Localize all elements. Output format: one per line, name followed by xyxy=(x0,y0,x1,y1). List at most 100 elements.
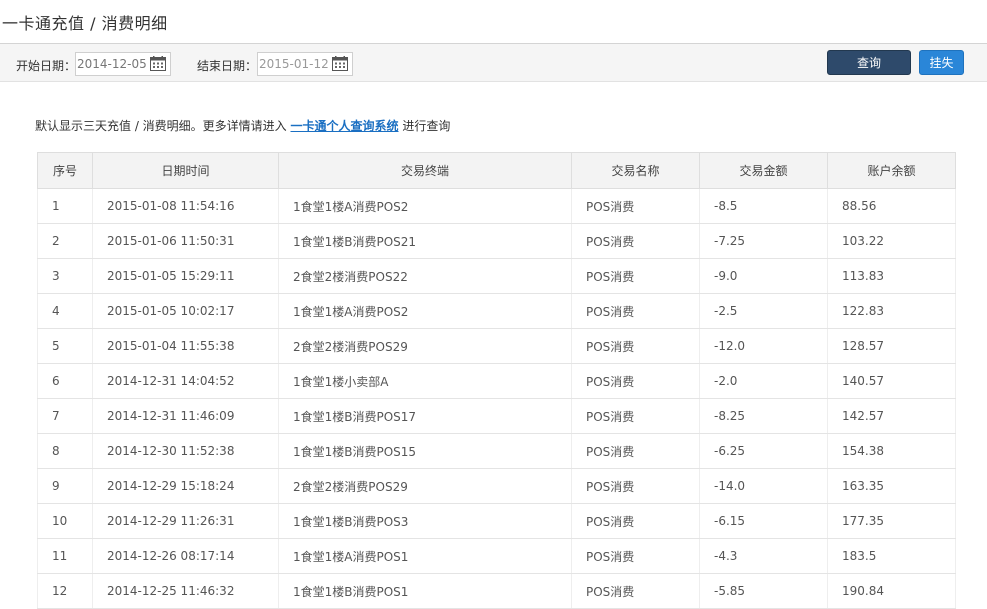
cell-terminal: 1食堂1楼B消费POS17 xyxy=(278,398,572,434)
header-terminal: 交易终端 xyxy=(278,152,572,189)
table-row: 3 2015-01-05 15:29:11 2食堂2楼消费POS22 POS消费 -9.… xyxy=(37,258,956,294)
cell-datetime: 2015-01-06 11:50:31 xyxy=(92,223,279,259)
cell-transaction-name: POS消费 xyxy=(571,363,700,399)
end-date-label: 结束日期： xyxy=(197,59,258,73)
cell-amount: -8.25 xyxy=(699,398,828,434)
cell-index: 12 xyxy=(37,573,93,609)
cell-amount: -6.15 xyxy=(699,503,828,539)
table-row: 6 2014-12-31 14:04:52 1食堂1楼小卖部A POS消费 -2.0 14… xyxy=(37,363,956,399)
cell-transaction-name: POS消费 xyxy=(571,398,700,434)
cell-transaction-name: POS消费 xyxy=(571,468,700,504)
notice-prefix: 默认显示三天充值 / 消费明细。更多详情请进入 xyxy=(35,119,291,133)
header-datetime: 日期时间 xyxy=(92,152,279,189)
cell-index: 2 xyxy=(37,223,93,259)
cell-balance: 113.83 xyxy=(827,258,956,294)
cell-transaction-name: POS消费 xyxy=(571,433,700,469)
cell-datetime: 2014-12-30 11:52:38 xyxy=(92,433,279,469)
cell-index: 4 xyxy=(37,293,93,329)
cell-terminal: 1食堂1楼A消费POS2 xyxy=(278,293,572,329)
cell-datetime: 2014-12-29 11:26:31 xyxy=(92,503,279,539)
header-balance: 账户余额 xyxy=(827,152,956,189)
cell-balance: 142.57 xyxy=(827,398,956,434)
cell-index: 9 xyxy=(37,468,93,504)
cell-balance: 190.84 xyxy=(827,573,956,609)
cell-transaction-name: POS消费 xyxy=(571,538,700,574)
table-row: 10 2014-12-29 11:26:31 1食堂1楼B消费POS3 POS消费 -6… xyxy=(37,503,956,539)
cell-amount: -12.0 xyxy=(699,328,828,364)
cell-index: 8 xyxy=(37,433,93,469)
cell-datetime: 2015-01-08 11:54:16 xyxy=(92,188,279,224)
table-row: 7 2014-12-31 11:46:09 1食堂1楼B消费POS17 POS消费 -8… xyxy=(37,398,956,434)
cell-datetime: 2015-01-04 11:55:38 xyxy=(92,328,279,364)
header-index: 序号 xyxy=(37,152,93,189)
cell-datetime: 2015-01-05 15:29:11 xyxy=(92,258,279,294)
cell-index: 1 xyxy=(37,188,93,224)
cell-transaction-name: POS消费 xyxy=(571,503,700,539)
cell-terminal: 1食堂1楼B消费POS1 xyxy=(278,573,572,609)
cell-transaction-name: POS消费 xyxy=(571,328,700,364)
cell-balance: 177.35 xyxy=(827,503,956,539)
filter-toolbar: 开始日期： 2014-12-05 结束日期： 2015-01-12 查询 挂失 xyxy=(0,43,987,82)
table-row: 9 2014-12-29 15:18:24 2食堂2楼消费POS29 POS消费 -14… xyxy=(37,468,956,504)
cell-amount: -2.5 xyxy=(699,293,828,329)
personal-query-system-link[interactable]: 一卡通个人查询系统 xyxy=(291,119,399,133)
cell-index: 6 xyxy=(37,363,93,399)
start-date-field[interactable]: 2014-12-05 xyxy=(75,52,171,76)
cell-balance: 103.22 xyxy=(827,223,956,259)
cell-index: 10 xyxy=(37,503,93,539)
cell-balance: 183.5 xyxy=(827,538,956,574)
cell-amount: -4.3 xyxy=(699,538,828,574)
cell-datetime: 2014-12-31 11:46:09 xyxy=(92,398,279,434)
cell-terminal: 1食堂1楼A消费POS2 xyxy=(278,188,572,224)
cell-balance: 154.38 xyxy=(827,433,956,469)
calendar-icon[interactable] xyxy=(332,56,348,71)
report-lost-button[interactable]: 挂失 xyxy=(919,50,964,75)
cell-amount: -6.25 xyxy=(699,433,828,469)
cell-amount: -7.25 xyxy=(699,223,828,259)
cell-index: 3 xyxy=(37,258,93,294)
cell-datetime: 2014-12-25 11:46:32 xyxy=(92,573,279,609)
cell-terminal: 1食堂1楼B消费POS21 xyxy=(278,223,572,259)
notice-text: 默认显示三天充值 / 消费明细。更多详情请进入 一卡通个人查询系统 进行查询 xyxy=(35,117,450,134)
cell-transaction-name: POS消费 xyxy=(571,188,700,224)
cell-datetime: 2014-12-26 08:17:14 xyxy=(92,538,279,574)
cell-amount: -8.5 xyxy=(699,188,828,224)
cell-amount: -5.85 xyxy=(699,573,828,609)
query-button[interactable]: 查询 xyxy=(827,50,911,75)
page-title: 一卡通充值 / 消费明细 xyxy=(2,14,168,33)
calendar-icon[interactable] xyxy=(150,56,166,71)
cell-transaction-name: POS消费 xyxy=(571,223,700,259)
end-date-field[interactable]: 2015-01-12 xyxy=(257,52,353,76)
cell-datetime: 2014-12-29 15:18:24 xyxy=(92,468,279,504)
cell-transaction-name: POS消费 xyxy=(571,293,700,329)
cell-terminal: 1食堂1楼B消费POS3 xyxy=(278,503,572,539)
header-amount: 交易金额 xyxy=(699,152,828,189)
table-row: 1 2015-01-08 11:54:16 1食堂1楼A消费POS2 POS消费 -8.… xyxy=(37,188,956,224)
cell-transaction-name: POS消费 xyxy=(571,573,700,609)
header-transaction-name: 交易名称 xyxy=(571,152,700,189)
start-date-label: 开始日期： xyxy=(16,59,77,73)
cell-datetime: 2015-01-05 10:02:17 xyxy=(92,293,279,329)
table-row: 12 2014-12-25 11:46:32 1食堂1楼B消费POS1 POS消费 -5… xyxy=(37,573,956,609)
cell-index: 5 xyxy=(37,328,93,364)
cell-amount: -2.0 xyxy=(699,363,828,399)
cell-amount: -9.0 xyxy=(699,258,828,294)
table-row: 11 2014-12-26 08:17:14 1食堂1楼A消费POS1 POS消费 -4… xyxy=(37,538,956,574)
end-date-value: 2015-01-12 xyxy=(259,57,329,71)
cell-amount: -14.0 xyxy=(699,468,828,504)
table-row: 4 2015-01-05 10:02:17 1食堂1楼A消费POS2 POS消费 -2.… xyxy=(37,293,956,329)
cell-balance: 88.56 xyxy=(827,188,956,224)
cell-balance: 128.57 xyxy=(827,328,956,364)
cell-balance: 140.57 xyxy=(827,363,956,399)
transaction-table: 序号 日期时间 交易终端 交易名称 交易金额 账户余额 1 2015-01-08 … xyxy=(37,152,956,609)
cell-terminal: 1食堂1楼A消费POS1 xyxy=(278,538,572,574)
cell-balance: 122.83 xyxy=(827,293,956,329)
cell-index: 7 xyxy=(37,398,93,434)
cell-terminal: 2食堂2楼消费POS29 xyxy=(278,468,572,504)
cell-index: 11 xyxy=(37,538,93,574)
table-header-row: 序号 日期时间 交易终端 交易名称 交易金额 账户余额 xyxy=(37,152,956,189)
cell-terminal: 1食堂1楼小卖部A xyxy=(278,363,572,399)
cell-terminal: 1食堂1楼B消费POS15 xyxy=(278,433,572,469)
cell-terminal: 2食堂2楼消费POS22 xyxy=(278,258,572,294)
cell-terminal: 2食堂2楼消费POS29 xyxy=(278,328,572,364)
